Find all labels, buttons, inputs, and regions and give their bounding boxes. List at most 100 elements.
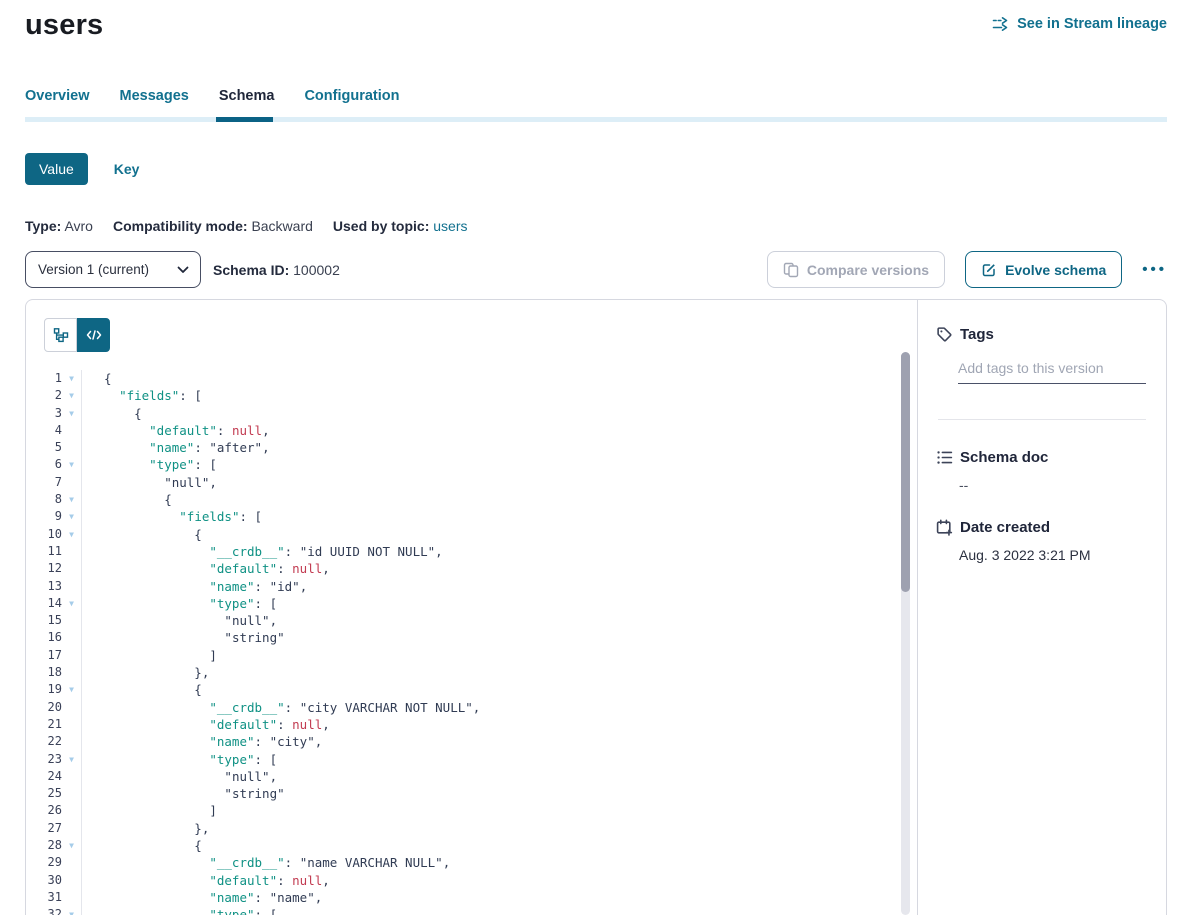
line-number: 16	[26, 629, 62, 646]
compatibility-mode: Compatibility mode: Backward	[113, 218, 313, 234]
fold-toggle-icon	[62, 612, 82, 629]
tab-configuration[interactable]: Configuration	[304, 88, 399, 104]
code-text: "null",	[82, 474, 217, 491]
line-number: 31	[26, 889, 62, 906]
fold-toggle-icon[interactable]: ▼	[62, 456, 82, 473]
code-text: "null",	[82, 612, 277, 629]
fold-toggle-icon[interactable]: ▼	[62, 681, 82, 698]
view-mode-toggle	[44, 318, 110, 352]
code-view-button[interactable]	[77, 318, 110, 352]
fold-toggle-icon	[62, 474, 82, 491]
line-number: 25	[26, 785, 62, 802]
code-line: 19▼ {	[26, 681, 917, 698]
code-line: 30 "default": null,	[26, 872, 917, 889]
fold-toggle-icon[interactable]: ▼	[62, 751, 82, 768]
fold-toggle-icon	[62, 699, 82, 716]
schema-doc-header: Schema doc	[936, 449, 1148, 466]
code-text: "type": [	[82, 751, 277, 768]
fold-toggle-icon	[62, 820, 82, 837]
schema-id: Schema ID: 100002	[213, 262, 340, 278]
line-number: 11	[26, 543, 62, 560]
fold-toggle-icon	[62, 785, 82, 802]
line-number: 17	[26, 647, 62, 664]
line-number: 30	[26, 872, 62, 889]
code-text: {	[82, 370, 112, 387]
line-number: 10	[26, 526, 62, 543]
code-line: 26 ]	[26, 802, 917, 819]
line-number: 7	[26, 474, 62, 491]
code-text: "__crdb__": "id UUID NOT NULL",	[82, 543, 443, 560]
fold-toggle-icon[interactable]: ▼	[62, 405, 82, 422]
fold-toggle-icon	[62, 802, 82, 819]
code-text: ]	[82, 802, 217, 819]
code-line: 4 "default": null,	[26, 422, 917, 439]
evolve-schema-button[interactable]: Evolve schema	[965, 251, 1122, 288]
fold-toggle-icon	[62, 733, 82, 750]
fold-toggle-icon[interactable]: ▼	[62, 526, 82, 543]
code-text: "__crdb__": "name VARCHAR NULL",	[82, 854, 450, 871]
code-line: 11 "__crdb__": "id UUID NOT NULL",	[26, 543, 917, 560]
code-text: "name": "city",	[82, 733, 322, 750]
more-options-button[interactable]: •••	[1142, 251, 1167, 288]
schema-doc-section: Schema doc --	[936, 449, 1148, 493]
version-select[interactable]: Version 1 (current)	[25, 251, 201, 288]
fold-toggle-icon[interactable]: ▼	[62, 491, 82, 508]
tags-section: Tags	[936, 326, 1148, 384]
code-text: "name": "id",	[82, 578, 307, 595]
fold-toggle-icon	[62, 629, 82, 646]
code-line: 14▼ "type": [	[26, 595, 917, 612]
type-value: Avro	[64, 218, 93, 234]
schema-page: users See in Stream lineage Overview Mes…	[0, 0, 1189, 915]
type-label: Type:	[25, 218, 61, 234]
code-line: 9▼ "fields": [	[26, 508, 917, 525]
fold-toggle-icon[interactable]: ▼	[62, 595, 82, 612]
code-text: "type": [	[82, 595, 277, 612]
fold-toggle-icon	[62, 560, 82, 577]
line-number: 13	[26, 578, 62, 595]
tags-header: Tags	[936, 326, 1148, 343]
evolve-schema-label: Evolve schema	[1005, 262, 1106, 278]
fold-toggle-icon[interactable]: ▼	[62, 906, 82, 915]
code-line: 8▼ {	[26, 491, 917, 508]
fold-toggle-icon	[62, 889, 82, 906]
calendar-icon	[936, 519, 953, 536]
code-line: 15 "null",	[26, 612, 917, 629]
code-line: 12 "default": null,	[26, 560, 917, 577]
tree-view-button[interactable]	[44, 318, 77, 352]
fold-toggle-icon	[62, 578, 82, 595]
fold-toggle-icon[interactable]: ▼	[62, 387, 82, 404]
compare-versions-button[interactable]: Compare versions	[767, 251, 945, 288]
code-line: 6▼ "type": [	[26, 456, 917, 473]
date-created-title: Date created	[960, 519, 1050, 536]
editor-scrollbar-track[interactable]	[901, 352, 910, 915]
line-number: 21	[26, 716, 62, 733]
tab-messages[interactable]: Messages	[120, 88, 189, 104]
editor-scrollbar-thumb[interactable]	[901, 352, 910, 592]
tab-overview[interactable]: Overview	[25, 88, 90, 104]
line-number: 26	[26, 802, 62, 819]
line-number: 1	[26, 370, 62, 387]
value-toggle-button[interactable]: Value	[25, 153, 88, 185]
code-text: "fields": [	[82, 508, 262, 525]
code-text: },	[82, 664, 209, 681]
see-in-stream-lineage-link[interactable]: See in Stream lineage	[992, 16, 1167, 32]
fold-toggle-icon[interactable]: ▼	[62, 370, 82, 387]
compare-versions-icon	[783, 262, 799, 278]
compare-versions-label: Compare versions	[807, 262, 929, 278]
code-line: 1▼{	[26, 370, 917, 387]
date-created-value: Aug. 3 2022 3:21 PM	[959, 547, 1148, 563]
add-tags-input[interactable]	[958, 360, 1146, 384]
tree-view-icon	[53, 327, 69, 343]
code-text: "default": null,	[82, 872, 330, 889]
tab-schema[interactable]: Schema	[219, 88, 275, 104]
fold-toggle-icon[interactable]: ▼	[62, 837, 82, 854]
fold-toggle-icon[interactable]: ▼	[62, 508, 82, 525]
tags-title: Tags	[960, 326, 994, 343]
stream-lineage-label: See in Stream lineage	[1017, 16, 1167, 32]
version-bar: Version 1 (current) Schema ID: 100002 Co…	[25, 251, 1167, 288]
key-toggle-link[interactable]: Key	[114, 161, 140, 177]
evolve-schema-icon	[981, 262, 997, 278]
line-number: 12	[26, 560, 62, 577]
topic-link[interactable]: users	[433, 218, 467, 234]
code-line: 25 "string"	[26, 785, 917, 802]
